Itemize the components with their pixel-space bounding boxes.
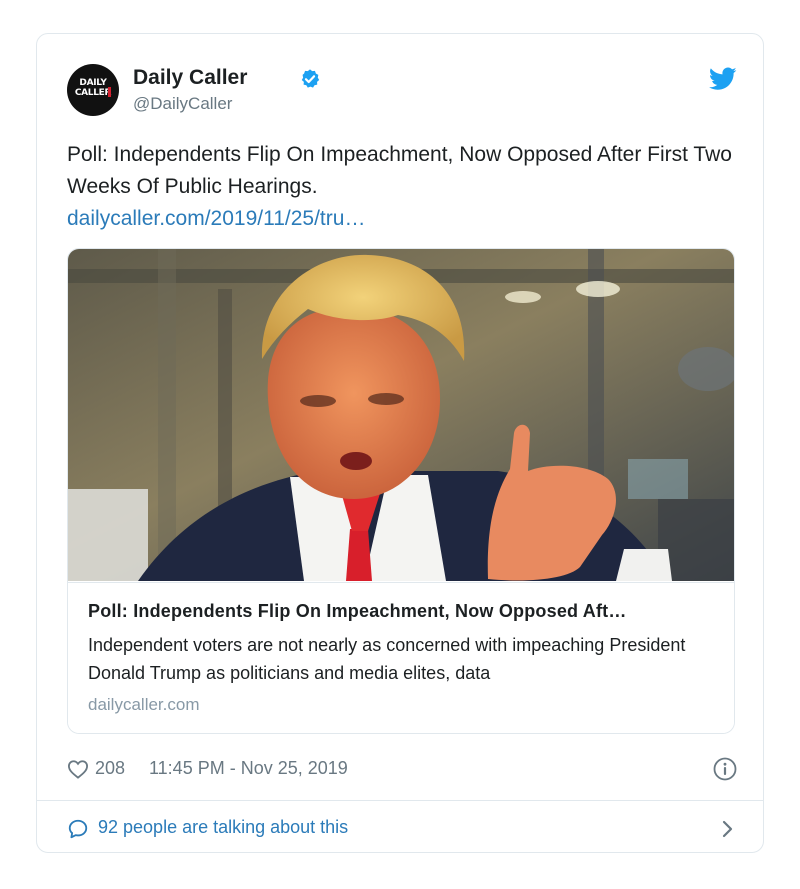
chevron-right-icon[interactable] — [721, 818, 735, 840]
tweet-meta: 208 11:45 PM - Nov 25, 2019 — [67, 756, 737, 784]
card-title: Poll: Independents Flip On Impeachment, … — [88, 601, 627, 621]
card-body: Poll: Independents Flip On Impeachment, … — [68, 582, 734, 733]
card-domain: dailycaller.com — [88, 695, 200, 714]
tweet-header: DAILY CALLER Daily Caller @DailyCaller — [67, 64, 737, 122]
author-name[interactable]: Daily Caller — [133, 66, 247, 90]
conversation-link[interactable]: 92 people are talking about this — [67, 816, 737, 844]
conversation-text[interactable]: 92 people are talking about this — [98, 817, 348, 838]
twitter-bird-icon[interactable] — [709, 66, 737, 92]
avatar-logo-accent — [108, 87, 111, 97]
info-icon[interactable] — [713, 757, 737, 781]
tweet-embed-card: DAILY CALLER Daily Caller @DailyCaller P… — [36, 33, 764, 853]
divider — [37, 800, 763, 801]
card-image — [68, 249, 734, 581]
verified-badge-icon — [301, 69, 320, 88]
card-description: Independent voters are not nearly as con… — [88, 635, 686, 683]
like-count: 208 — [95, 758, 126, 778]
tweet-text: Poll: Independents Flip On Impeachment, … — [67, 139, 737, 235]
link-preview-card[interactable]: Poll: Independents Flip On Impeachment, … — [67, 248, 735, 734]
tweet-timestamp[interactable]: 11:45 PM - Nov 25, 2019 — [149, 758, 348, 779]
avatar[interactable]: DAILY CALLER — [67, 64, 119, 116]
heart-icon[interactable] — [67, 759, 89, 779]
tweet-body: Poll: Independents Flip On Impeachment, … — [67, 143, 732, 198]
tweet-link[interactable]: dailycaller.com/2019/11/25/tru… — [67, 207, 365, 230]
author-handle[interactable]: @DailyCaller — [133, 94, 232, 114]
speech-bubble-icon — [68, 819, 88, 839]
